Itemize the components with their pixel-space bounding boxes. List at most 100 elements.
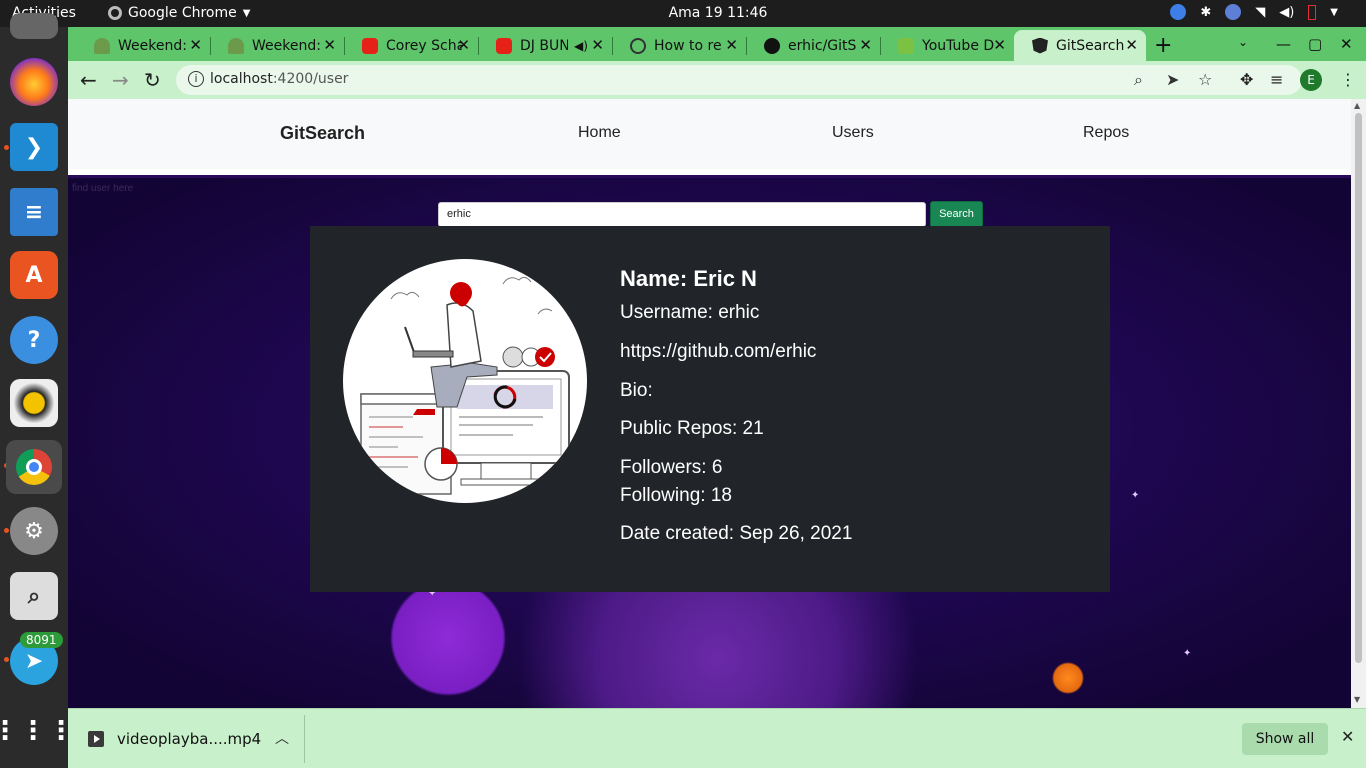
- download-icon: [898, 37, 914, 54]
- close-icon[interactable]: ✕: [189, 36, 202, 54]
- close-icon[interactable]: ✕: [859, 36, 872, 54]
- tab-title: How to re: [654, 37, 722, 54]
- clock[interactable]: Ama 19 11:46: [0, 5, 1366, 21]
- new-tab-button[interactable]: +: [1154, 33, 1172, 58]
- chevron-up-icon[interactable]: ︿: [275, 728, 289, 748]
- tree-icon: [228, 37, 244, 54]
- download-shelf: videoplayba....mp4 ︿ Show all ✕: [68, 708, 1366, 768]
- tab-title: GitSearch: [1056, 37, 1125, 54]
- scroll-up-icon[interactable]: ▲: [1354, 101, 1360, 110]
- nav-home[interactable]: Home: [578, 124, 621, 142]
- tab-3[interactable]: Corey Scha ✕: [344, 30, 478, 61]
- tab-2[interactable]: Weekend: ✕: [210, 30, 344, 61]
- tab-title: Weekend:: [118, 37, 187, 54]
- nav-repos[interactable]: Repos: [1083, 124, 1129, 142]
- nav-users[interactable]: Users: [832, 124, 874, 142]
- maximize-icon[interactable]: ▢: [1308, 35, 1322, 53]
- profile-public-repos: Public Repos: 21: [620, 418, 764, 439]
- image-viewer-icon[interactable]: ⌕: [10, 572, 58, 620]
- github-icon: [764, 37, 780, 54]
- media-control-icon[interactable]: ≡: [1270, 70, 1283, 89]
- url-host: localhost: [210, 71, 273, 87]
- search-button[interactable]: Search: [930, 201, 983, 228]
- slack-icon[interactable]: ✱: [1200, 5, 1211, 20]
- tab-6[interactable]: erhic/GitS ✕: [746, 30, 880, 61]
- libreoffice-writer-icon[interactable]: ≡: [10, 188, 58, 236]
- tab-title: Corey Scha: [386, 37, 462, 54]
- youtube-icon: [496, 37, 512, 54]
- help-icon[interactable]: ?: [10, 316, 58, 364]
- close-icon[interactable]: ✕: [591, 36, 604, 54]
- system-tray[interactable]: ✱ ◥ ◀) ▼: [1170, 4, 1338, 20]
- scroll-down-icon[interactable]: ▼: [1354, 695, 1360, 704]
- bookmark-star-icon[interactable]: ☆: [1198, 70, 1212, 89]
- scroll-thumb[interactable]: [1355, 113, 1362, 663]
- menu-icon[interactable]: ⋮: [1340, 70, 1356, 89]
- tab-gitsearch[interactable]: GitSearch ✕: [1014, 30, 1146, 61]
- developer-illustration-icon: [360, 276, 570, 495]
- profile-created: Date created: Sep 26, 2021: [620, 523, 853, 544]
- window-close-icon[interactable]: ✕: [1340, 35, 1353, 53]
- volume-icon[interactable]: ◀): [1279, 5, 1294, 20]
- site-info-icon[interactable]: i: [188, 71, 204, 87]
- globe-icon: [630, 37, 646, 54]
- url-text: localhost:4200/user: [210, 71, 348, 87]
- shelf-divider: [304, 715, 305, 763]
- close-icon[interactable]: ✕: [725, 36, 738, 54]
- browser-toolbar: ← → ↻ i localhost:4200/user ⌕ ➤ ☆ ✥ ≡ E …: [68, 61, 1366, 99]
- profile-card: Name: Eric N Username: erhic https://git…: [310, 226, 1110, 592]
- dock-partial-item-icon[interactable]: [10, 13, 58, 39]
- video-file-icon: [88, 731, 104, 747]
- extensions-icon[interactable]: ✥: [1240, 70, 1253, 89]
- chrome-notification-icon[interactable]: [1170, 4, 1187, 20]
- settings-icon[interactable]: ⚙: [10, 507, 58, 555]
- tab-search-icon[interactable]: ⌄: [1238, 35, 1248, 49]
- tab-4[interactable]: DJ BUN ◀) ✕: [478, 30, 612, 61]
- profile-avatar[interactable]: E: [1300, 69, 1322, 91]
- search-input[interactable]: erhic: [438, 202, 926, 227]
- show-apps-icon[interactable]: ⋮⋮⋮: [0, 707, 74, 755]
- tab-7[interactable]: YouTube D ✕: [880, 30, 1014, 61]
- power-menu-icon[interactable]: ▼: [1330, 7, 1338, 18]
- hero-background: ✦ ✦ ✦ ✦ find user here erhic Search: [68, 175, 1351, 708]
- page-scrollbar[interactable]: ▲ ▼: [1351, 99, 1366, 708]
- tab-title: erhic/GitS: [788, 37, 857, 54]
- profile-name: Name: Eric N: [620, 266, 757, 291]
- close-icon[interactable]: ✕: [993, 36, 1006, 54]
- software-center-icon[interactable]: A: [10, 251, 58, 299]
- close-icon[interactable]: ✕: [1125, 36, 1138, 54]
- profile-url[interactable]: https://github.com/erhic: [620, 341, 816, 363]
- send-icon[interactable]: ➤: [1166, 70, 1179, 89]
- profile-following: Following: 18: [620, 485, 732, 506]
- star-decoration: ✦: [1131, 490, 1140, 501]
- tab-strip: Weekend: ✕ Weekend: ✕ Corey Scha ✕ DJ BU…: [68, 27, 1366, 61]
- account-icon[interactable]: [1225, 4, 1242, 20]
- battery-icon[interactable]: [1308, 4, 1317, 20]
- back-icon[interactable]: ←: [80, 68, 97, 92]
- running-indicator: [4, 145, 9, 150]
- tab-5[interactable]: How to re ✕: [612, 30, 746, 61]
- chrome-icon[interactable]: [6, 440, 62, 494]
- wifi-icon[interactable]: ◥: [1255, 5, 1265, 20]
- running-indicator: [4, 657, 9, 662]
- reload-icon[interactable]: ↻: [144, 68, 161, 92]
- close-icon[interactable]: ✕: [323, 36, 336, 54]
- download-filename[interactable]: videoplayba....mp4: [117, 730, 261, 748]
- user-avatar: [343, 259, 587, 503]
- address-bar[interactable]: i localhost:4200/user ⌕ ➤ ☆: [176, 65, 1302, 95]
- minimize-icon[interactable]: —: [1276, 35, 1291, 53]
- show-all-button[interactable]: Show all: [1242, 723, 1328, 755]
- tree-icon: [94, 37, 110, 54]
- firefox-icon[interactable]: [10, 58, 58, 106]
- rhythmbox-icon[interactable]: [10, 379, 58, 427]
- site-brand[interactable]: GitSearch: [280, 123, 365, 144]
- close-icon[interactable]: ✕: [457, 36, 470, 54]
- search-hint: find user here: [72, 183, 134, 194]
- close-shelf-icon[interactable]: ✕: [1341, 727, 1354, 746]
- system-top-bar: Activities Google Chrome ▼ Ama 19 11:46 …: [0, 0, 1366, 27]
- tab-1[interactable]: Weekend: ✕: [76, 30, 210, 61]
- forward-icon[interactable]: →: [112, 68, 129, 92]
- zoom-icon[interactable]: ⌕: [1134, 70, 1143, 90]
- speaker-icon[interactable]: ◀): [574, 39, 588, 53]
- vscode-icon[interactable]: ❯: [10, 123, 58, 171]
